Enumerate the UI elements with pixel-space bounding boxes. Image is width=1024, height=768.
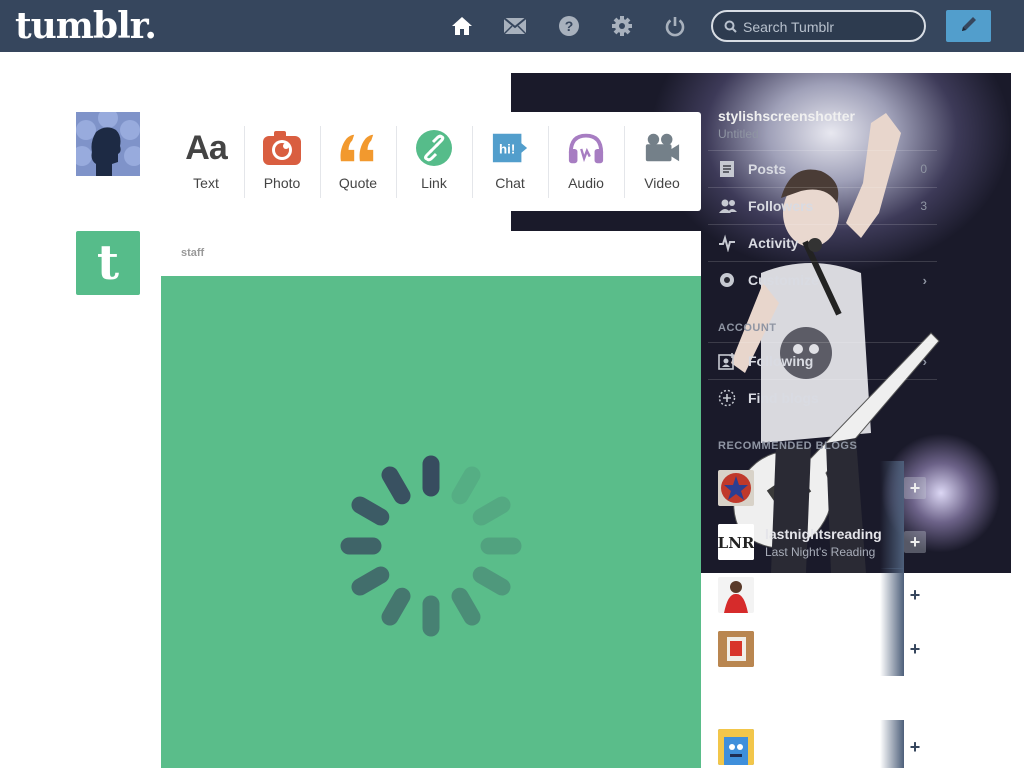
compose-button[interactable] <box>946 10 991 42</box>
link-icon <box>415 129 453 167</box>
pencil-icon <box>959 14 979 39</box>
chat-icon: hi! <box>491 129 529 167</box>
sidebar-item-label: Find blogs <box>748 390 819 406</box>
sidebar-item-activity[interactable]: Activity <box>708 224 937 261</box>
search-icon <box>724 20 737 38</box>
logout-icon[interactable] <box>663 14 687 38</box>
sidebar-item-followers[interactable]: Followers 3 <box>708 187 937 224</box>
posts-icon <box>718 160 736 183</box>
post-type-label: Audio <box>568 175 604 191</box>
post-type-label: Chat <box>495 175 525 191</box>
search-input[interactable] <box>743 18 913 36</box>
follow-button[interactable]: + <box>904 584 926 606</box>
follow-button[interactable]: + <box>904 477 926 499</box>
svg-text:?: ? <box>565 18 574 34</box>
blog-avatar: LNR <box>718 524 754 560</box>
svg-text:LNR: LNR <box>718 534 754 552</box>
posts-count: 0 <box>920 162 927 176</box>
svg-text:t: t <box>97 239 119 287</box>
sidebar-item-customize[interactable]: Customize › <box>708 261 937 298</box>
post-type-label: Link <box>421 175 447 191</box>
inbox-icon[interactable] <box>503 14 527 38</box>
post-type-bar: Aa Text Photo Quote Link hi! Chat Audio <box>168 112 701 211</box>
loading-spinner-icon <box>340 455 522 637</box>
follow-button[interactable]: + <box>904 736 926 758</box>
account-heading: ACCOUNT <box>718 322 777 334</box>
quote-icon <box>339 129 377 167</box>
post-type-link-button[interactable]: Link <box>396 112 472 211</box>
blog-name[interactable]: stylishscreenshotter <box>718 108 855 124</box>
top-navigation-bar: tumblr. ? <box>0 0 1024 52</box>
recommended-blog[interactable]: + <box>708 568 937 622</box>
blog-avatar <box>718 631 754 667</box>
post-type-quote-button[interactable]: Quote <box>320 112 396 211</box>
sidebar-item-posts[interactable]: Posts 0 <box>708 150 937 187</box>
follow-button[interactable]: + <box>904 638 926 660</box>
settings-icon[interactable] <box>610 14 634 38</box>
followers-icon <box>718 197 738 220</box>
recommended-blog[interactable]: LNR lastnightsreading Last Night's Readi… <box>708 515 937 569</box>
post-type-text-button[interactable]: Aa Text <box>168 112 244 211</box>
user-avatar[interactable] <box>76 112 140 176</box>
recommended-heading: RECOMMENDED BLOGS <box>718 440 858 452</box>
blog-avatar <box>718 470 754 506</box>
sidebar-item-following[interactable]: Following › <box>708 342 937 379</box>
search-box[interactable] <box>711 10 926 42</box>
post-author[interactable]: staff <box>181 247 204 259</box>
post-type-label: Text <box>193 175 219 191</box>
find-blogs-icon <box>718 389 736 412</box>
text-icon: Aa <box>185 128 227 167</box>
video-camera-icon <box>643 129 681 167</box>
recommended-blog[interactable]: + <box>708 622 937 676</box>
blog-subtitle: Untitled <box>718 127 759 141</box>
follow-button[interactable]: + <box>904 531 926 553</box>
blog-avatar <box>718 729 754 765</box>
help-icon[interactable]: ? <box>557 14 581 38</box>
tumblr-logo[interactable]: tumblr. <box>15 5 157 47</box>
recommended-blog[interactable]: + <box>708 461 937 515</box>
home-icon[interactable] <box>450 14 474 38</box>
sidebar-item-label: Following <box>748 353 814 369</box>
post-type-video-button[interactable]: Video <box>624 112 700 211</box>
headphones-icon <box>567 129 605 167</box>
chevron-right-icon: › <box>922 273 927 288</box>
sidebar-item-find-blogs[interactable]: Find blogs <box>708 379 937 416</box>
chevron-right-icon: › <box>922 354 927 369</box>
post-header: staff <box>161 231 701 276</box>
post-body <box>161 276 701 768</box>
activity-icon <box>718 234 736 257</box>
followers-count: 3 <box>920 199 927 213</box>
user-silhouette-icon <box>76 112 140 176</box>
camera-icon <box>263 129 301 167</box>
sidebar-item-label: Posts <box>748 161 787 177</box>
tumblr-t-icon: t <box>97 239 119 287</box>
post-type-photo-button[interactable]: Photo <box>244 112 320 211</box>
recommended-blog-subtitle: Last Night's Reading <box>765 545 876 559</box>
svg-text:hi!: hi! <box>499 142 515 157</box>
blog-avatar <box>718 577 754 613</box>
sidebar-item-label: Customize <box>748 272 819 288</box>
post-type-chat-button[interactable]: hi! Chat <box>472 112 548 211</box>
recommended-blog-title: lastnightsreading <box>765 526 882 542</box>
post-type-label: Quote <box>338 175 378 191</box>
post-type-audio-button[interactable]: Audio <box>548 112 624 211</box>
sidebar-item-label: Followers <box>748 198 814 214</box>
post-type-label: Video <box>644 175 680 191</box>
staff-avatar[interactable]: t <box>76 231 140 295</box>
customize-icon <box>718 271 736 294</box>
post-type-label: Photo <box>263 175 301 191</box>
sidebar-item-label: Activity <box>748 235 799 251</box>
recommended-blog[interactable]: + <box>708 720 937 768</box>
following-icon <box>718 352 736 375</box>
